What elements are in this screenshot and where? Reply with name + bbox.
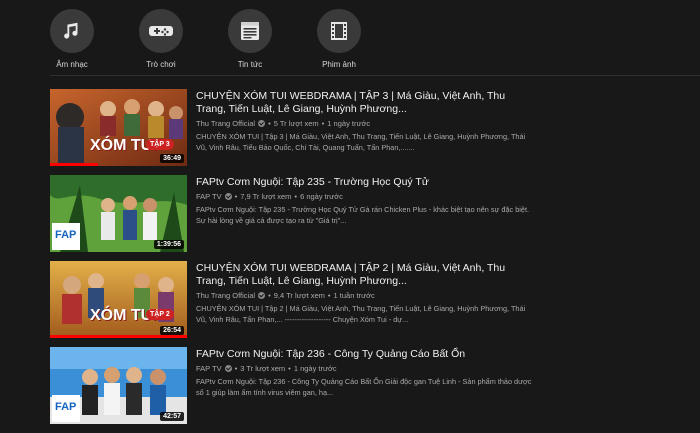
meta-separator: • <box>268 119 271 128</box>
verified-check-icon <box>258 292 266 299</box>
meta-separator: • <box>321 119 325 128</box>
category-gaming[interactable]: Trò chơi <box>121 9 201 69</box>
video-thumbnail[interactable]: FAP 1:39:56 <box>50 175 187 252</box>
meta-separator: • <box>234 364 238 373</box>
category-label: Âm nhạc <box>56 60 88 69</box>
video-meta: FAP TV • 3 Tr lượt xem • 1 ngày trước <box>196 364 536 373</box>
video-info: FAPtv Cơm Nguội: Tập 236 - Công Ty Quảng… <box>196 348 536 398</box>
channel-name[interactable]: FAP TV <box>196 364 222 373</box>
film-strip-icon <box>317 9 361 53</box>
upload-age: 6 ngày trước <box>300 192 343 201</box>
video-item: XÓM TUI TẬP 2 26:54 CHUYỆN XÓM TUI WEBDR… <box>50 261 700 347</box>
gamepad-icon <box>139 9 183 53</box>
video-title[interactable]: CHUYỆN XÓM TUI WEBDRAMA | TẬP 3 | Má Già… <box>196 90 536 116</box>
category-label: Tin tức <box>237 60 263 69</box>
view-count: 3 Tr lượt xem <box>240 364 286 373</box>
video-title[interactable]: CHUYỆN XÓM TUI WEBDRAMA | TẬP 2 | Má Già… <box>196 262 536 288</box>
meta-separator: • <box>288 364 291 373</box>
section-divider <box>50 75 700 76</box>
music-note-icon <box>50 9 94 53</box>
watch-progress-bar <box>50 163 98 166</box>
video-title[interactable]: FAPtv Cơm Nguội: Tập 236 - Công Ty Quảng… <box>196 348 536 361</box>
channel-name[interactable]: Thu Trang Official <box>196 291 255 300</box>
view-count: 9,4 Tr lượt xem <box>273 291 325 300</box>
video-description: CHUYỆN XÓM TUI | Tập 3 | Má Giàu, Việt A… <box>196 132 526 152</box>
video-duration: 26:54 <box>160 326 184 335</box>
thumbnail-episode-badge: TẬP 3 <box>146 139 174 150</box>
video-meta: Thu Trang Official • 5 Tr lượt xem • 1 n… <box>196 119 536 128</box>
category-news[interactable]: Tin tức <box>210 9 290 69</box>
meta-separator: • <box>327 291 331 300</box>
verified-check-icon <box>224 365 232 372</box>
meta-separator: • <box>268 291 271 300</box>
video-item: FAP 42:57 FAPtv Cơm Nguội: Tập 236 - Côn… <box>50 347 700 433</box>
video-meta: Thu Trang Official • 9,4 Tr lượt xem • 1… <box>196 291 536 300</box>
video-item: XÓM TUI TẬP 3 36:49 CHUYỆN XÓM TUI WEBDR… <box>50 89 700 175</box>
view-count: 5 Tr lượt xem <box>273 119 319 128</box>
category-music[interactable]: Âm nhạc <box>32 9 112 69</box>
meta-separator: • <box>234 192 238 201</box>
channel-logo-text: FAP <box>55 401 77 413</box>
video-description: FAPtv Cơm Nguội: Tập 235 - Trường Học Qu… <box>196 205 530 225</box>
category-movies[interactable]: Phim ảnh <box>299 9 379 69</box>
video-description: FAPtv Cơm Nguội: Tập 236 - Công Ty Quảng… <box>196 377 532 397</box>
upload-age: 1 ngày trước <box>327 119 371 128</box>
video-info: FAPtv Cơm Nguội: Tập 235 - Trường Học Qu… <box>196 176 536 226</box>
video-list: XÓM TUI TẬP 3 36:49 CHUYỆN XÓM TUI WEBDR… <box>50 89 700 433</box>
video-meta: FAP TV • 7,9 Tr lượt xem • 6 ngày trước <box>196 192 536 201</box>
video-thumbnail[interactable]: XÓM TUI TẬP 2 26:54 <box>50 261 187 338</box>
category-label: Phim ảnh <box>322 60 356 69</box>
category-bar: Âm nhạc Trò chơi Tin tức Phim ảnh <box>0 9 700 71</box>
video-thumbnail[interactable]: XÓM TUI TẬP 3 36:49 <box>50 89 187 166</box>
video-title[interactable]: FAPtv Cơm Nguội: Tập 235 - Trường Học Qu… <box>196 176 536 189</box>
video-info: CHUYỆN XÓM TUI WEBDRAMA | TẬP 2 | Má Già… <box>196 262 536 325</box>
video-duration: 1:39:56 <box>153 240 184 249</box>
verified-check-icon <box>224 193 232 200</box>
view-count: 7,9 Tr lượt xem <box>240 192 292 201</box>
channel-logo-text: FAP <box>55 229 77 241</box>
thumbnail-episode-badge: TẬP 2 <box>146 309 174 320</box>
watch-progress-bar <box>50 335 187 338</box>
upload-age: 1 ngày trước <box>293 364 337 373</box>
video-duration: 36:49 <box>160 154 184 163</box>
video-description: CHUYỆN XÓM TUI | Tập 2 | Má Giàu, Việt A… <box>196 304 526 324</box>
video-info: CHUYỆN XÓM TUI WEBDRAMA | TẬP 3 | Má Già… <box>196 90 536 153</box>
verified-check-icon <box>258 120 266 127</box>
channel-name[interactable]: FAP TV <box>196 192 222 201</box>
video-thumbnail[interactable]: FAP 42:57 <box>50 347 187 424</box>
channel-name[interactable]: Thu Trang Official <box>196 119 255 128</box>
video-item: FAP 1:39:56 FAPtv Cơm Nguội: Tập 235 - T… <box>50 175 700 261</box>
meta-separator: • <box>294 192 298 201</box>
video-duration: 42:57 <box>160 412 184 421</box>
upload-age: 1 tuần trước <box>333 291 375 300</box>
category-label: Trò chơi <box>146 60 176 69</box>
newspaper-icon <box>228 9 272 53</box>
